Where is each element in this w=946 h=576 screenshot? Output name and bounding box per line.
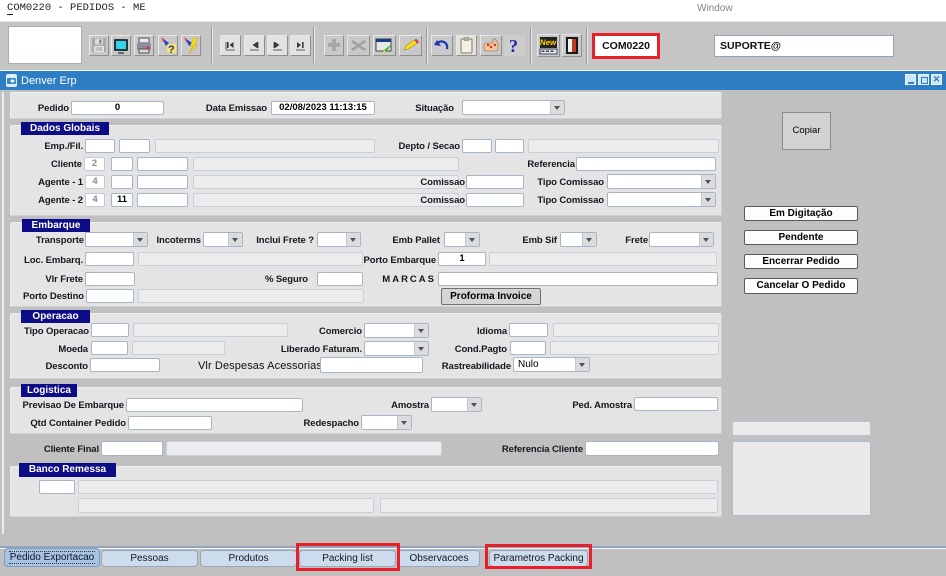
svg-text:New: New [539,38,557,47]
svg-text:?: ? [168,44,175,55]
svg-text:?: ? [509,36,518,56]
